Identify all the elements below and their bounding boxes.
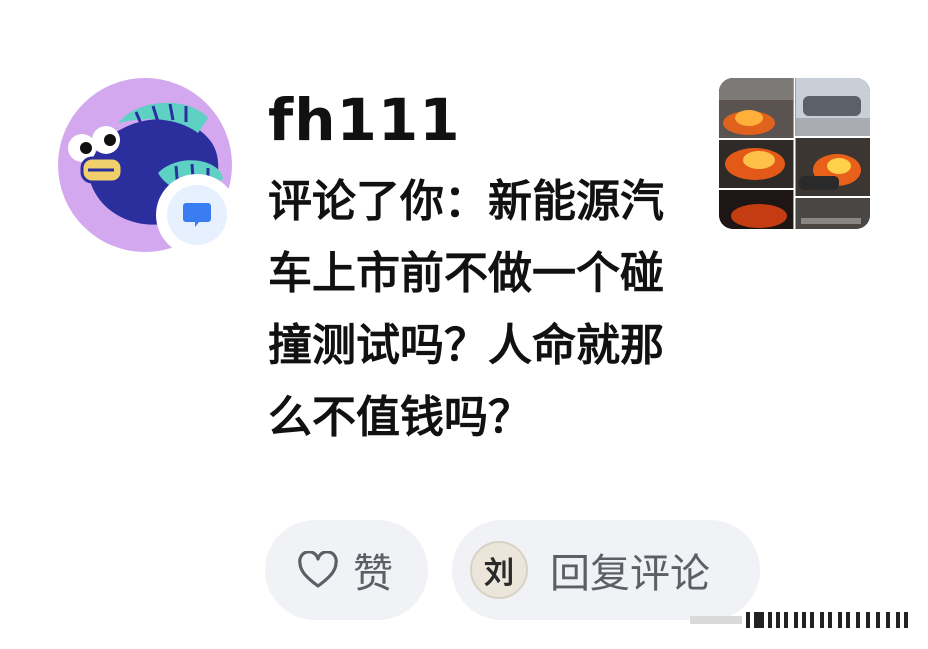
my-avatar-char: 刘 [484,556,514,591]
comment-bubble-icon [183,203,211,227]
reply-comment-button[interactable]: 刘 回复评论 [452,520,760,620]
post-thumbnail[interactable] [719,78,870,229]
watermark-strip [690,612,908,628]
like-label: 赞 [353,551,393,597]
back-chevron-icon[interactable] [86,0,108,8]
comment-text: 评论了你：新能源汽车上市前不做一个碰撞测试吗？人命就那么不值钱吗？ [268,176,664,443]
heart-outline-icon [298,551,338,588]
comment-badge [156,174,238,256]
reply-label: 回复评论 [550,551,710,597]
like-button[interactable]: 赞 [265,520,428,620]
username[interactable]: fh111 [268,84,461,156]
my-avatar: 刘 [470,541,528,599]
car-fire-collage-icon [719,78,870,229]
